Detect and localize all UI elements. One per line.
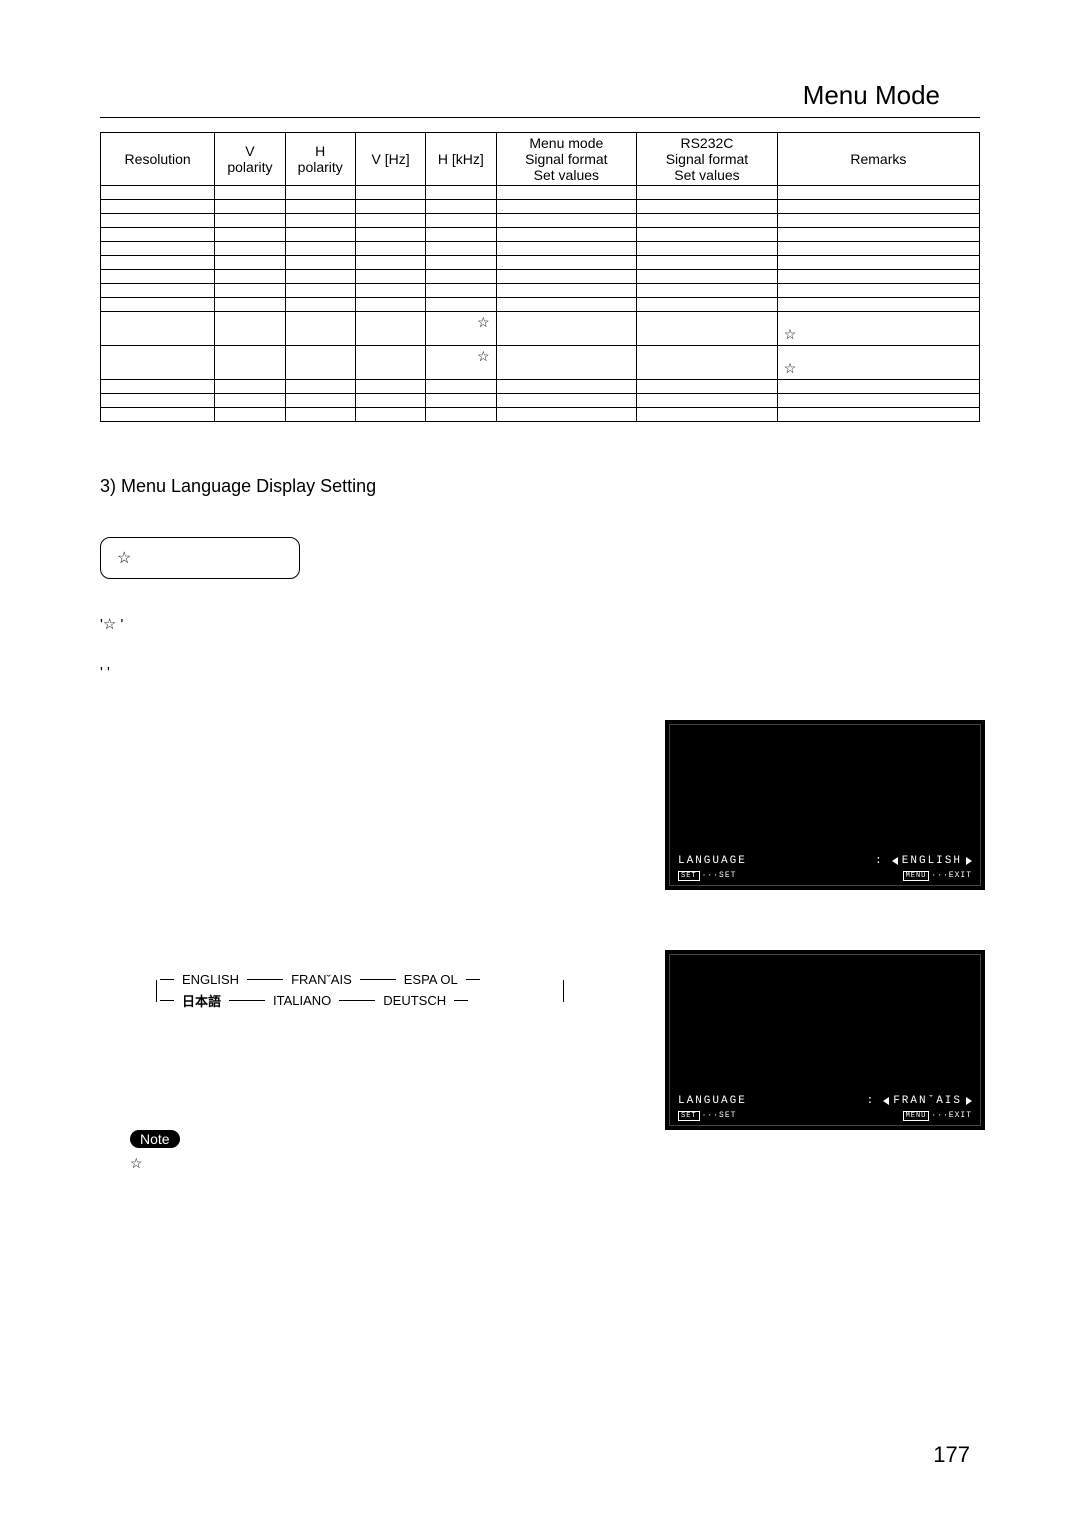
osd-exit-text: EXIT — [949, 1111, 972, 1120]
table-row — [101, 298, 980, 312]
th-remarks: Remarks — [777, 133, 979, 186]
th-menu-format: Menu mode Signal format Set values — [496, 133, 637, 186]
th-vhz: V [Hz] — [355, 133, 425, 186]
osd-language-text: FRANˇAIS — [893, 1095, 962, 1107]
star-icon: ☆ — [130, 1155, 143, 1171]
th-resolution: Resolution — [101, 133, 215, 186]
osd-language-value: : ENGLISH — [875, 855, 972, 867]
th-hkhz: H [kHz] — [426, 133, 496, 186]
star-icon: ☆ — [477, 348, 490, 364]
lang-espanol: ESPA OL — [404, 972, 458, 987]
star-icon: ☆ — [784, 326, 797, 342]
table-row — [101, 242, 980, 256]
signal-table: Resolution V polarity H polarity V [Hz] … — [100, 132, 980, 422]
menu-key-icon: MENU — [903, 871, 930, 881]
table-row — [101, 394, 980, 408]
table-row — [101, 408, 980, 422]
table-row — [101, 186, 980, 200]
table-row — [101, 284, 980, 298]
table-row — [101, 256, 980, 270]
osd-preview-1: LANGUAGE : ENGLISH SET···SET MENU···EXIT — [665, 720, 985, 890]
lang-japanese: 日本語 — [182, 991, 221, 1010]
osd-set-text: SET — [719, 1111, 736, 1120]
table-row: ☆ ☆ — [101, 346, 980, 380]
star-icon: ☆ — [477, 314, 490, 330]
osd-language-label: LANGUAGE — [678, 855, 747, 867]
osd-preview-2: LANGUAGE : FRANˇAIS SET···SET MENU···EXI… — [665, 950, 985, 1130]
lang-english: ENGLISH — [182, 972, 239, 987]
th-rs232c-format: RS232C Signal format Set values — [637, 133, 778, 186]
language-cycle: ENGLISH FRANˇAIS ESPA OL 日本語 ITALIANO DE… — [160, 972, 560, 1010]
page-number: 177 — [933, 1442, 970, 1468]
set-key-icon: SET — [678, 871, 700, 881]
arrow-right-icon — [966, 1097, 972, 1105]
table-row — [101, 380, 980, 394]
title-rule — [100, 117, 980, 118]
arrow-left-icon — [883, 1097, 889, 1105]
arrow-left-icon — [892, 857, 898, 865]
table-body: ☆ ☆ ☆ ☆ — [101, 186, 980, 422]
section-3-paragraph: '☆ ' ' ' — [100, 613, 980, 685]
star-icon: ☆ — [784, 360, 797, 376]
lang-italiano: ITALIANO — [273, 993, 331, 1008]
th-vpolarity: V polarity — [215, 133, 285, 186]
lang-deutsch: DEUTSCH — [383, 993, 446, 1008]
star-icon: ☆ — [117, 550, 131, 567]
osd-exit-text: EXIT — [949, 871, 972, 880]
osd-language-value: : FRANˇAIS — [867, 1095, 972, 1107]
arrow-right-icon — [966, 857, 972, 865]
table-row — [101, 200, 980, 214]
table-row — [101, 270, 980, 284]
section-3-heading: 3) Menu Language Display Setting — [100, 476, 980, 497]
set-key-icon: SET — [678, 1111, 700, 1121]
table-row: ☆ ☆ — [101, 312, 980, 346]
table-row — [101, 228, 980, 242]
th-hpolarity: H polarity — [285, 133, 355, 186]
osd-set-text: SET — [719, 871, 736, 880]
page-title: Menu Mode — [100, 80, 980, 111]
menu-key-icon: MENU — [903, 1111, 930, 1121]
language-box: ☆ — [100, 537, 300, 579]
note-pill: Note — [130, 1130, 180, 1148]
table-row — [101, 214, 980, 228]
osd-language-text: ENGLISH — [902, 855, 962, 867]
osd-language-label: LANGUAGE — [678, 1095, 747, 1107]
lang-francais: FRANˇAIS — [291, 972, 352, 987]
